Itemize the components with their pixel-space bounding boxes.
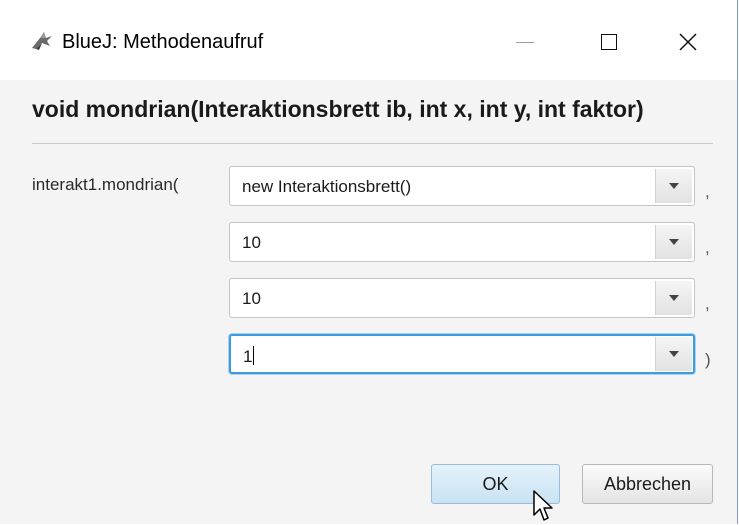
param-separator: ) [705,350,711,369]
dropdown-button[interactable] [655,281,692,315]
param-separator: , [705,182,710,201]
dropdown-button[interactable] [655,225,692,259]
param-input[interactable]: 10 [229,278,695,318]
param-value-wrapper: 1 [243,346,255,367]
param-separator: , [705,294,710,313]
param-value: new Interaktionsbrett() [242,177,412,196]
param-separator: , [705,238,710,257]
maximize-icon [601,34,617,50]
call-prefix: interakt1.mondrian( [32,175,179,194]
chevron-down-icon [669,239,679,245]
dropdown-button[interactable] [655,337,692,371]
mouse-cursor-icon [533,490,553,521]
minimize-icon [516,41,534,43]
chevron-down-icon [669,183,679,189]
param-input[interactable]: new Interaktionsbrett() [229,166,695,206]
close-button[interactable] [665,22,711,62]
param-ib-combo[interactable]: new Interaktionsbrett() , [229,166,710,208]
param-x-combo[interactable]: 10 , [229,222,710,264]
minimize-button[interactable] [502,22,548,62]
title-bar[interactable]: BlueJ: Methodenaufruf [0,0,737,80]
bluej-bird-icon [30,30,54,52]
param-value: 10 [242,233,261,252]
param-input[interactable]: 10 [229,222,695,262]
text-caret [253,346,255,365]
cancel-button[interactable]: Abbrechen [582,464,713,504]
param-y-combo[interactable]: 10 , [229,278,710,320]
method-signature: void mondrian(Interaktionsbrett ib, int … [32,96,644,122]
maximize-button[interactable] [586,22,632,62]
param-value: 10 [242,289,261,308]
chevron-down-icon [669,295,679,301]
dialog-window: BlueJ: Methodenaufruf void mondrian(Inte… [0,0,738,524]
close-icon [679,33,697,51]
dialog-content: void mondrian(Interaktionsbrett ib, int … [0,80,737,524]
dropdown-button[interactable] [655,169,692,203]
divider [32,143,713,144]
window-title: BlueJ: Methodenaufruf [62,31,264,53]
chevron-down-icon [669,351,679,357]
param-value: 1 [243,347,253,366]
param-faktor-combo[interactable]: 1 ) [229,334,711,376]
param-input[interactable]: 1 [229,334,695,374]
